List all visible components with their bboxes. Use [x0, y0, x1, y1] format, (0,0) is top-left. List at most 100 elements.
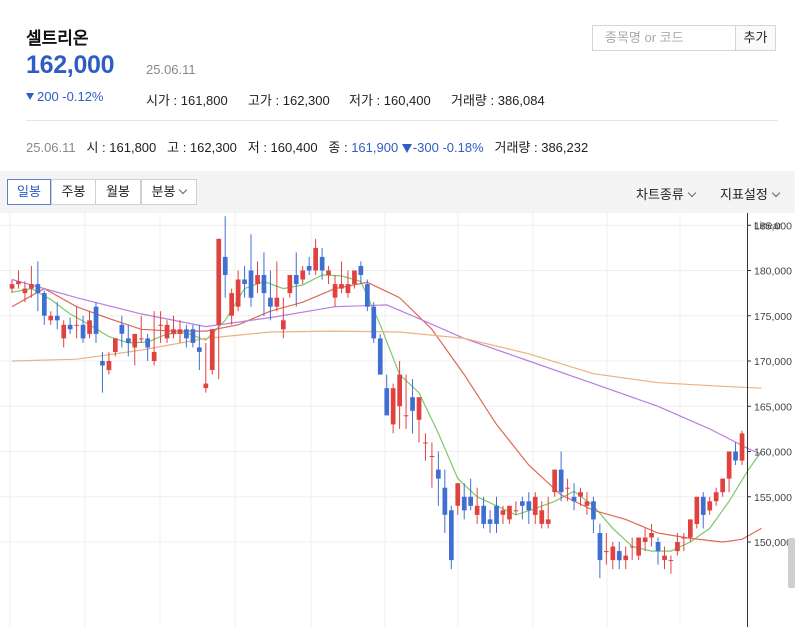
candle: [42, 290, 47, 325]
candle: [429, 442, 435, 488]
current-price: 162,000: [26, 51, 115, 79]
candle-body: [403, 415, 409, 417]
candle-body: [662, 555, 667, 561]
candle-body: [449, 510, 454, 561]
tab-weekly[interactable]: 주봉: [51, 179, 96, 205]
candle: [694, 496, 700, 529]
candle-body: [597, 533, 603, 561]
candle-body: [132, 333, 138, 348]
candle-body: [410, 397, 415, 411]
candle-body: [397, 374, 402, 407]
candle: [565, 478, 570, 502]
candle: [74, 306, 79, 339]
candle: [494, 496, 499, 533]
candle: [209, 329, 215, 375]
tab-daily[interactable]: 일봉: [7, 179, 51, 205]
candle: [733, 442, 738, 466]
candle-body: [700, 496, 706, 515]
candle: [229, 288, 234, 325]
candle-body: [675, 542, 680, 552]
price-date: 25.06.11: [146, 62, 196, 77]
candle: [293, 252, 299, 307]
candle: [171, 315, 176, 339]
chevron-down-icon: [179, 185, 188, 195]
candle-body: [145, 338, 150, 348]
candle: [636, 537, 641, 561]
candle: [442, 469, 448, 533]
tab-monthly[interactable]: 월봉: [95, 179, 141, 205]
y-tick-label: 150,000: [754, 537, 792, 549]
volume: 거래량 : 386,084: [451, 93, 545, 108]
candle-body: [655, 542, 661, 552]
candle-body: [649, 533, 654, 538]
candle-body: [332, 284, 338, 298]
add-button[interactable]: 추가: [735, 25, 776, 51]
candle-body: [726, 451, 732, 479]
candle-body: [255, 275, 260, 285]
tab-minute[interactable]: 분봉: [141, 179, 197, 205]
candle: [61, 320, 67, 348]
candle: [164, 320, 170, 343]
candle-body: [616, 551, 622, 561]
candle: [584, 492, 590, 515]
candle: [119, 315, 125, 348]
candle-body: [9, 284, 15, 289]
candle-body: [54, 315, 60, 321]
candle-body: [29, 284, 34, 289]
candle-body: [629, 546, 635, 548]
chart-scrollbar[interactable]: [788, 538, 795, 588]
candlestick-chart[interactable]: Linear 185,000180,000175,000170,000165,0…: [0, 213, 795, 627]
candle-body: [158, 324, 163, 326]
candle: [300, 265, 306, 285]
chart-type-dropdown[interactable]: 차트종류: [636, 184, 697, 203]
stock-search-input[interactable]: 종목명 or 코드: [592, 25, 736, 51]
candle: [507, 505, 512, 524]
candle-body: [423, 442, 428, 444]
candle-body: [306, 266, 312, 271]
candle: [520, 496, 525, 520]
candle-body: [571, 496, 577, 502]
candle: [190, 324, 196, 348]
candle: [177, 320, 183, 343]
candle: [707, 496, 713, 515]
y-tick-label: 155,000: [754, 492, 792, 504]
candle-body: [436, 469, 441, 479]
high-price: 고가 : 162,300: [248, 93, 330, 108]
candle-body: [610, 546, 616, 561]
candle: [365, 279, 370, 312]
candle: [455, 483, 461, 515]
candle: [93, 302, 99, 343]
ohlc-change: -300 -0.18%: [412, 140, 484, 155]
ohlc-volume: 거래량 : 386,232: [494, 140, 589, 155]
candle: [662, 546, 667, 570]
candle-body: [119, 324, 125, 334]
candle: [287, 275, 293, 298]
candle-body: [313, 247, 318, 271]
candle: [248, 234, 254, 307]
candle-body: [268, 297, 273, 307]
candle: [416, 397, 422, 443]
candle-body: [442, 487, 448, 515]
candle-body: [552, 469, 557, 493]
candle-body: [345, 284, 351, 294]
indicator-settings-dropdown[interactable]: 지표설정: [720, 184, 781, 203]
candle-body: [93, 306, 99, 334]
candle-body: [584, 501, 590, 506]
candle: [345, 270, 351, 298]
candle-body: [22, 288, 28, 294]
low-price: 저가 : 160,400: [349, 93, 431, 108]
candle-body: [565, 487, 570, 489]
candle: [649, 523, 654, 547]
candle-body: [235, 279, 241, 307]
tab-minute-label: 분봉: [151, 184, 176, 199]
ohlc-low: 저 : 160,400: [247, 140, 318, 155]
candle-body: [42, 293, 47, 316]
candle: [461, 483, 467, 520]
indicator-settings-label: 지표설정: [720, 187, 768, 202]
candle-body: [733, 451, 738, 461]
ohlc-high: 고 : 162,300: [167, 140, 237, 155]
candle-body: [35, 284, 41, 294]
candle: [668, 555, 674, 574]
candle-body: [287, 275, 293, 294]
candle-body: [74, 324, 79, 326]
